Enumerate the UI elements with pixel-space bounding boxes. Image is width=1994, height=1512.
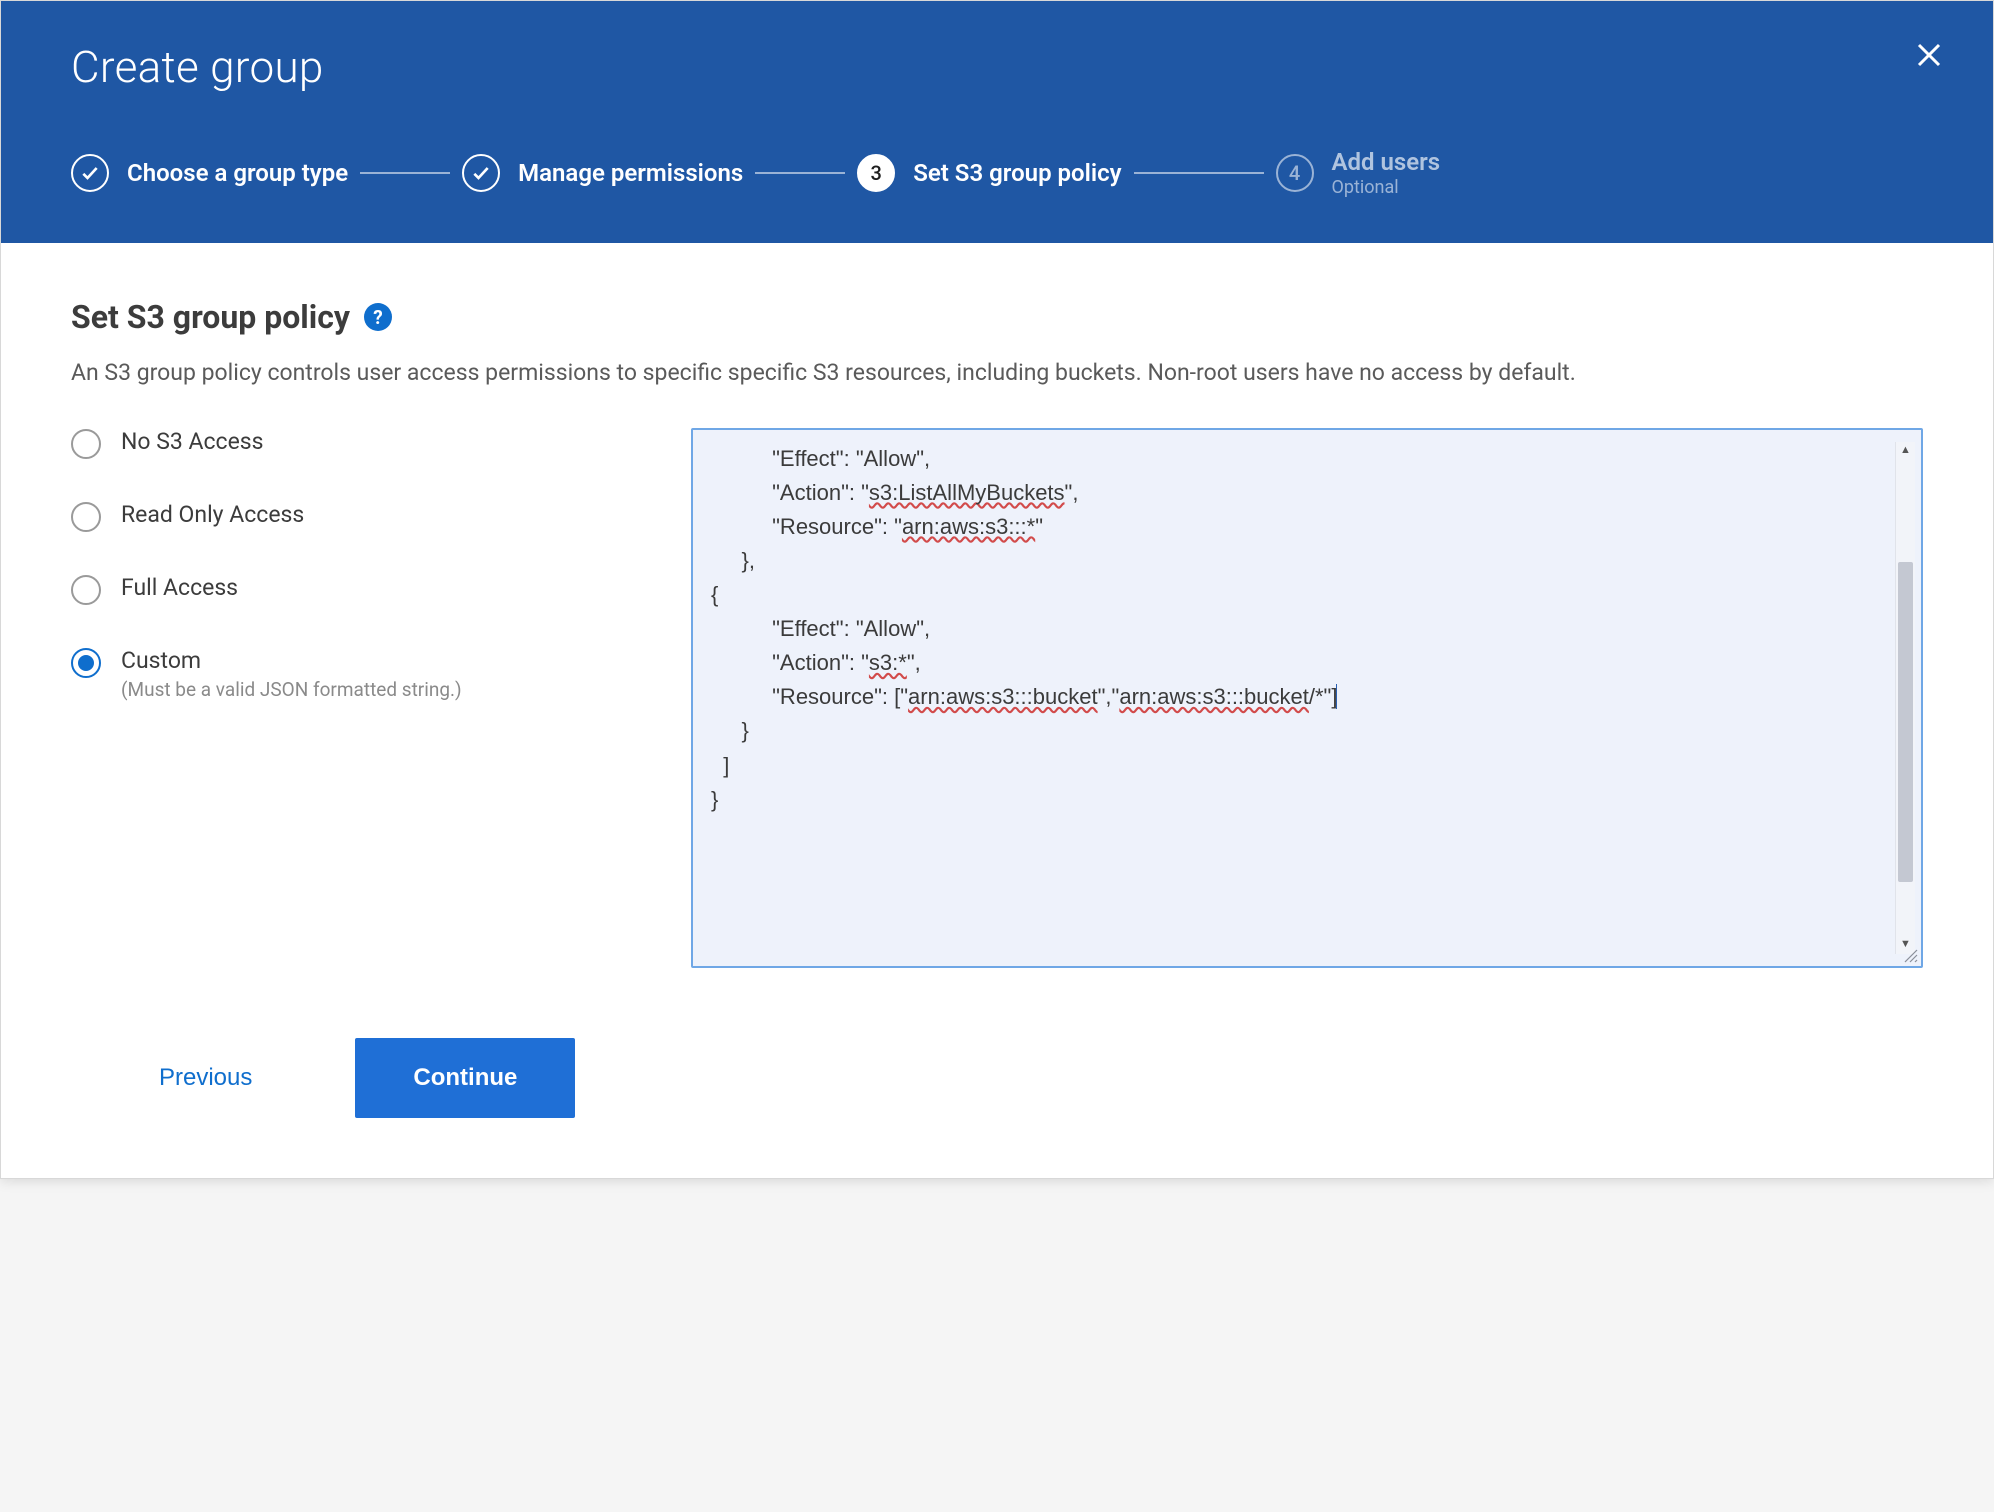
close-icon	[1915, 41, 1943, 69]
radio-label: No S3 Access	[121, 428, 264, 455]
help-icon[interactable]: ?	[364, 303, 392, 331]
step-label-text: Add users	[1332, 148, 1441, 177]
policy-radio-group: No S3 Access Read Only Access Full Acces…	[71, 428, 661, 743]
step-manage-permissions[interactable]: Manage permissions	[462, 154, 743, 192]
step-set-s3-policy[interactable]: 3 Set S3 group policy	[857, 154, 1121, 192]
step-connector	[755, 172, 845, 174]
scroll-up-icon[interactable]: ▲	[1896, 442, 1915, 460]
step-sublabel: Optional	[1332, 177, 1441, 199]
modal-title: Create group	[71, 41, 1923, 93]
radio-custom[interactable]: Custom (Must be a valid JSON formatted s…	[71, 647, 661, 701]
step-number: 4	[1276, 154, 1314, 192]
check-icon	[71, 154, 109, 192]
radio-icon	[71, 429, 101, 459]
radio-full-access[interactable]: Full Access	[71, 574, 661, 605]
radio-icon	[71, 648, 101, 678]
radio-label: Custom	[121, 647, 462, 674]
radio-icon	[71, 575, 101, 605]
section-description: An S3 group policy controls user access …	[71, 356, 1891, 389]
radio-label: Read Only Access	[121, 501, 304, 528]
radio-hint: (Must be a valid JSON formatted string.)	[121, 678, 462, 701]
modal-body: Set S3 group policy ? An S3 group policy…	[1, 243, 1993, 977]
step-label: Add users Optional	[1332, 148, 1441, 198]
radio-label: Full Access	[121, 574, 238, 601]
stepper: Choose a group type Manage permissions 3…	[71, 148, 1923, 243]
step-add-users[interactable]: 4 Add users Optional	[1276, 148, 1441, 198]
step-label: Manage permissions	[518, 159, 743, 187]
continue-button[interactable]: Continue	[355, 1038, 575, 1118]
step-connector	[1134, 172, 1264, 174]
editor-content[interactable]: "Effect": "Allow", "Action": "s3:ListAll…	[711, 442, 1891, 954]
resize-handle-icon[interactable]	[1903, 948, 1919, 964]
scroll-thumb[interactable]	[1898, 562, 1913, 882]
modal-footer: Previous Continue	[1, 978, 1993, 1178]
section-title-row: Set S3 group policy ?	[71, 298, 1923, 336]
step-connector	[360, 172, 450, 174]
editor-scrollbar[interactable]: ▲ ▼	[1895, 442, 1915, 954]
step-label: Choose a group type	[127, 159, 348, 187]
policy-row: No S3 Access Read Only Access Full Acces…	[71, 428, 1923, 968]
radio-read-only-access[interactable]: Read Only Access	[71, 501, 661, 532]
check-icon	[462, 154, 500, 192]
close-button[interactable]	[1905, 31, 1953, 79]
previous-button[interactable]: Previous	[151, 1052, 260, 1104]
policy-json-editor[interactable]: "Effect": "Allow", "Action": "s3:ListAll…	[691, 428, 1923, 968]
modal-header: Create group Choose a group type Manage …	[1, 1, 1993, 243]
create-group-modal: Create group Choose a group type Manage …	[0, 0, 1994, 1179]
radio-no-s3-access[interactable]: No S3 Access	[71, 428, 661, 459]
section-title: Set S3 group policy	[71, 298, 350, 336]
step-choose-group-type[interactable]: Choose a group type	[71, 154, 348, 192]
step-label: Set S3 group policy	[913, 159, 1121, 187]
step-number: 3	[857, 154, 895, 192]
radio-icon	[71, 502, 101, 532]
